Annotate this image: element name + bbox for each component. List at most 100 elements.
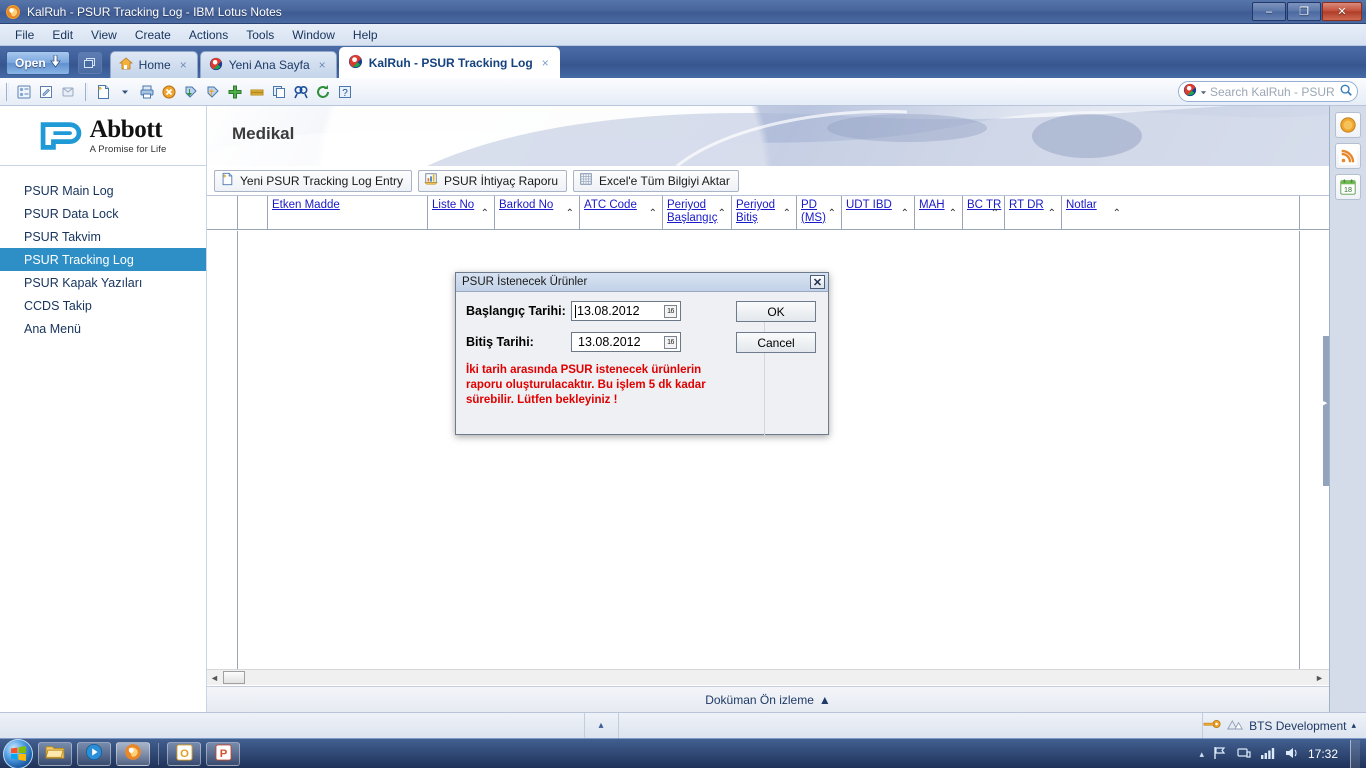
tab-home[interactable]: Home ×	[109, 51, 198, 78]
column-pd-ms[interactable]: PD (MS) ⌃	[796, 196, 841, 230]
taskbar-powerpoint-button[interactable]: P	[206, 741, 240, 766]
dropdown-arrow-icon[interactable]	[114, 81, 136, 103]
show-desktop-button[interactable]	[1350, 740, 1360, 768]
refresh-icon[interactable]	[312, 81, 334, 103]
menu-view[interactable]: View	[82, 26, 126, 44]
sort-caret-icon[interactable]: ⌃	[949, 208, 957, 221]
status-server-area[interactable]: BTS Development ▴	[1203, 718, 1366, 734]
column-mah[interactable]: MAH ⌃	[914, 196, 962, 230]
search-scope-dropdown-icon[interactable]	[1200, 85, 1207, 99]
sort-caret-icon[interactable]: ⌃	[1113, 208, 1121, 221]
dialog-close-button[interactable]: ✕	[810, 275, 825, 289]
column-select[interactable]	[207, 196, 237, 230]
column-marker[interactable]	[237, 196, 267, 230]
copy-icon[interactable]	[268, 81, 290, 103]
column-rt-dr[interactable]: RT DR ⌃	[1004, 196, 1061, 230]
horizontal-scrollbar[interactable]: ◄ ►	[207, 669, 1329, 685]
sort-caret-icon[interactable]: ⌃	[991, 208, 999, 221]
scroll-right-arrow-icon[interactable]: ►	[1312, 673, 1327, 683]
sort-caret-icon[interactable]: ⌃	[828, 208, 836, 221]
menu-window[interactable]: Window	[283, 26, 344, 44]
cancel-button[interactable]: Cancel	[736, 332, 816, 353]
column-liste-no[interactable]: Liste No ⌃	[427, 196, 494, 230]
scrollbar-thumb[interactable]	[223, 671, 245, 684]
end-date-picker-icon[interactable]: 16	[664, 335, 677, 349]
sidebar-item-ana-menu[interactable]: Ana Menü	[0, 317, 206, 340]
taskbar-explorer-button[interactable]	[38, 741, 72, 766]
ok-button[interactable]: OK	[736, 301, 816, 322]
volume-icon[interactable]	[1284, 746, 1300, 763]
sort-caret-icon[interactable]: ⌃	[783, 208, 791, 221]
sidebar-item-psur-tracking-log[interactable]: PSUR Tracking Log	[0, 248, 206, 271]
sidebar-item-psur-main-log[interactable]: PSUR Main Log	[0, 179, 206, 202]
status-expand-button[interactable]: ▴	[585, 712, 619, 739]
move-down-icon[interactable]	[180, 81, 202, 103]
rss-feed-icon[interactable]	[1335, 143, 1361, 169]
calendar-icon[interactable]: 18	[1335, 174, 1361, 200]
menu-tools[interactable]: Tools	[237, 26, 283, 44]
taskbar-outlook-button[interactable]: O	[167, 741, 201, 766]
sametime-chat-icon[interactable]	[1335, 112, 1361, 138]
notes-search-scope-icon[interactable]	[1183, 83, 1197, 100]
new-document-icon[interactable]	[92, 81, 114, 103]
close-button[interactable]: ✕	[1322, 2, 1362, 21]
print-icon[interactable]	[136, 81, 158, 103]
column-atc-code[interactable]: ATC Code ⌃	[579, 196, 662, 230]
column-barkod-no[interactable]: Barkod No ⌃	[494, 196, 579, 230]
menu-create[interactable]: Create	[126, 26, 180, 44]
reply-icon[interactable]	[57, 81, 79, 103]
column-periyod-baslangic[interactable]: Periyod Başlangıç ⌃	[662, 196, 731, 230]
scroll-left-arrow-icon[interactable]: ◄	[207, 673, 222, 683]
move-up-icon[interactable]	[202, 81, 224, 103]
sidebar-item-psur-kapak-yazilari[interactable]: PSUR Kapak Yazıları	[0, 271, 206, 294]
sort-caret-icon[interactable]: ⌃	[649, 208, 657, 221]
edit-document-icon[interactable]	[35, 81, 57, 103]
sort-caret-icon[interactable]: ⌃	[481, 208, 489, 221]
excel-export-button[interactable]: Excel'e Tüm Bilgiyi Aktar	[573, 169, 739, 192]
search-icon[interactable]	[290, 81, 312, 103]
column-notlar[interactable]: Notlar ⌃	[1061, 196, 1126, 230]
menu-actions[interactable]: Actions	[180, 26, 237, 44]
menu-edit[interactable]: Edit	[43, 26, 82, 44]
sort-caret-icon[interactable]: ⌃	[901, 208, 909, 221]
taskbar-media-player-button[interactable]	[77, 741, 111, 766]
tab-psur-tracking-log-close-icon[interactable]: ×	[542, 56, 549, 70]
column-periyod-bitis[interactable]: Periyod Bitiş ⌃	[731, 196, 796, 230]
document-preview-bar[interactable]: Doküman Ön izleme ▲	[207, 686, 1329, 712]
menu-help[interactable]: Help	[344, 26, 387, 44]
open-button[interactable]: Open	[6, 51, 70, 75]
windows-start-icon[interactable]	[3, 738, 33, 768]
help-icon[interactable]: ?	[334, 81, 356, 103]
toolbar-grip-2[interactable]	[85, 82, 88, 101]
search-input[interactable]: Search KalRuh - PSUR	[1210, 85, 1336, 99]
restore-button[interactable]: ❐	[1287, 2, 1321, 21]
search-submit-icon[interactable]	[1339, 83, 1353, 100]
sort-caret-icon[interactable]: ⌃	[718, 208, 726, 221]
signal-icon[interactable]	[1260, 746, 1276, 763]
start-date-picker-icon[interactable]: 16	[664, 304, 677, 318]
sidebar-item-psur-takvim[interactable]: PSUR Takvim	[0, 225, 206, 248]
status-server-arrow-icon[interactable]: ▴	[1351, 720, 1356, 731]
start-date-input[interactable]: 13.08.2012 16	[571, 301, 681, 321]
new-psur-entry-button[interactable]: Yeni PSUR Tracking Log Entry	[214, 169, 412, 192]
column-udt-ibd[interactable]: UDT IBD ⌃	[841, 196, 914, 230]
minimize-button[interactable]: –	[1252, 2, 1286, 21]
add-icon[interactable]	[224, 81, 246, 103]
menu-file[interactable]: File	[6, 26, 43, 44]
folder-icon[interactable]	[246, 81, 268, 103]
column-etken-madde[interactable]: Etken Madde	[267, 196, 427, 230]
end-date-input[interactable]: 13.08.2012 16	[571, 332, 681, 352]
network-icon[interactable]	[1236, 746, 1252, 763]
tab-psur-tracking-log[interactable]: KalRuh - PSUR Tracking Log ×	[338, 47, 560, 78]
properties-icon[interactable]	[13, 81, 35, 103]
sort-caret-icon[interactable]: ⌃	[566, 208, 574, 221]
tab-yeni-ana-sayfa-close-icon[interactable]: ×	[319, 58, 326, 72]
tray-overflow-arrow-icon[interactable]: ▴	[1199, 749, 1204, 760]
taskbar-lotus-notes-button[interactable]	[116, 741, 150, 766]
tab-home-close-icon[interactable]: ×	[180, 58, 187, 72]
window-list-button[interactable]	[77, 52, 102, 74]
search-box[interactable]: Search KalRuh - PSUR	[1178, 81, 1358, 102]
tab-yeni-ana-sayfa[interactable]: Yeni Ana Sayfa ×	[199, 51, 337, 78]
sidebar-item-ccds-takip[interactable]: CCDS Takip	[0, 294, 206, 317]
taskbar-clock[interactable]: 17:32	[1308, 747, 1338, 761]
